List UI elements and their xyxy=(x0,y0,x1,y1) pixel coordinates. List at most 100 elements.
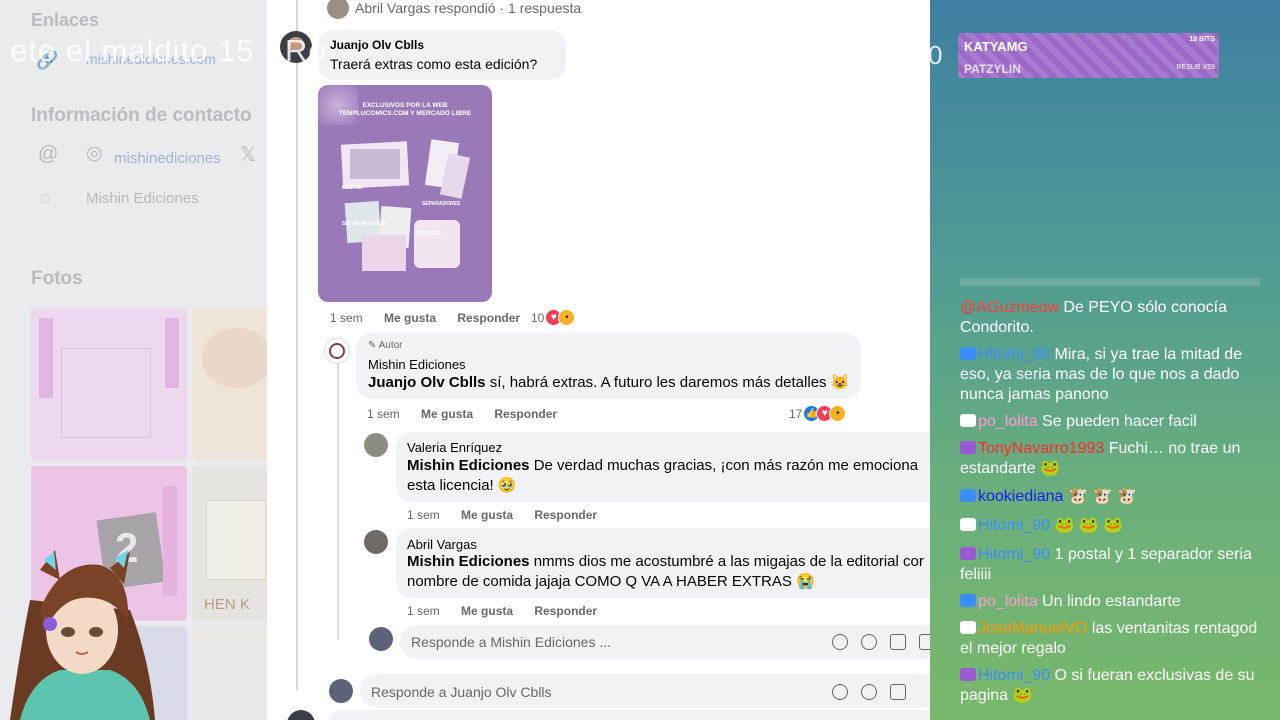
chat-username[interactable]: Hitomi_90 xyxy=(978,667,1050,684)
camera-icon[interactable] xyxy=(890,634,906,650)
comment-time[interactable]: 1 sem xyxy=(407,604,440,618)
stream-chat-panel: KATYAMG 10 BITS PATZYLIN RESUB X59 @AGuz… xyxy=(930,0,1280,720)
avatar[interactable] xyxy=(364,433,388,457)
avatar[interactable] xyxy=(364,530,388,554)
chat-message: kookiediana 🐮 🐮 🐮 xyxy=(960,487,1272,507)
chat-badge-icon xyxy=(960,594,976,607)
avatar[interactable] xyxy=(287,710,315,720)
chat-username[interactable]: Hitomi_90 xyxy=(978,346,1050,363)
sticker-icon[interactable] xyxy=(919,634,930,650)
chat-username[interactable]: Hitomi_90 xyxy=(978,546,1050,563)
comment-author[interactable]: Mishin Ediciones xyxy=(368,357,466,372)
chat-username[interactable]: po_lolita xyxy=(978,413,1038,430)
emoji-icon[interactable] xyxy=(861,634,877,650)
user-avatar[interactable] xyxy=(329,679,353,703)
thread-line xyxy=(296,0,298,690)
wow-reaction-icon: • xyxy=(558,309,576,326)
reply-button[interactable]: Responder xyxy=(494,407,557,421)
comment-text: Traerá extras como esta edición? xyxy=(330,56,538,72)
like-button[interactable]: Me gusta xyxy=(461,508,513,522)
chat-username[interactable]: kookiediana xyxy=(978,488,1063,505)
chat-message: JoseManuelVO las ventanitas rentagod el … xyxy=(960,619,1272,659)
reply-placeholder: Responde a Mishin Ediciones ... xyxy=(411,634,611,650)
reply-placeholder: Responde a Juanjo Olv Cblls xyxy=(371,684,552,700)
messenger-icon: ◌ xyxy=(40,188,51,208)
comment-time[interactable]: 1 sem xyxy=(407,508,440,522)
vtuber-avatar xyxy=(0,540,165,720)
chat-badge-icon xyxy=(960,668,976,681)
reply-input[interactable]: Responde a Mishin Ediciones ... xyxy=(400,625,930,659)
user-avatar[interactable] xyxy=(369,627,393,651)
image-label: POSTER xyxy=(342,185,363,191)
reaction-count: 17 xyxy=(789,406,803,421)
avatar[interactable] xyxy=(327,0,349,19)
chat-username[interactable]: @AGuzmeow xyxy=(960,299,1059,316)
chat-badge-icon xyxy=(960,489,976,502)
chat-username[interactable]: po_lolita xyxy=(978,593,1038,610)
chat-message: Hitomi_90 1 postal y 1 separador seria f… xyxy=(960,545,1272,585)
comment-time[interactable]: 1 sem xyxy=(367,407,400,421)
comment-bubble: Abril Vargas Mishin Ediciones nmms dios … xyxy=(396,528,930,598)
comment-time[interactable]: 1 sem xyxy=(330,311,363,325)
messenger-link[interactable]: Mishin Ediciones xyxy=(86,190,199,207)
reply-button[interactable]: Responder xyxy=(457,311,520,325)
like-button[interactable]: Me gusta xyxy=(421,407,473,421)
chat-text: Se pueden hacer facil xyxy=(1037,413,1197,430)
comment-author[interactable]: Abril Vargas xyxy=(407,537,477,552)
chat-badge-icon xyxy=(960,441,976,454)
thread-line xyxy=(337,360,339,640)
thread-header[interactable]: Abril Vargas respondió · 1 respuesta xyxy=(355,0,581,16)
comment-image[interactable]: EXCLUSIVOS POR LA WEB TEMPLUCOMICS.COM Y… xyxy=(318,85,492,302)
chat-message: TonyNavarro1993 Fuchi… no trae un estand… xyxy=(960,439,1272,479)
avatar[interactable] xyxy=(324,338,350,364)
chat-badge-icon xyxy=(960,621,976,634)
comment-author[interactable]: Valeria Enríquez xyxy=(407,440,502,455)
chat-username[interactable]: JoseManuelVO xyxy=(978,620,1087,637)
instagram-link[interactable]: mishinediciones xyxy=(114,150,221,167)
comment-text: Mishin Ediciones De verdad muchas gracia… xyxy=(407,457,919,494)
image-label: STICKERS xyxy=(416,231,442,237)
emoji-icon[interactable] xyxy=(861,684,877,700)
reply-button[interactable]: Responder xyxy=(534,508,597,522)
thumb-text: HEN K xyxy=(204,596,250,613)
chat-message: Hitomi_90 O si fueran exclusivas de su p… xyxy=(960,666,1272,706)
chat-message: Hitomi_90 🐸 🐸 🐸 xyxy=(960,516,1272,536)
sub-alert-box: KATYAMG 10 BITS PATZYLIN RESUB X59 xyxy=(958,33,1219,78)
photo-thumbnail[interactable] xyxy=(192,308,267,461)
photo-thumbnail[interactable]: HEN K xyxy=(192,466,267,621)
alert-resub: RESUB X59 xyxy=(1176,64,1215,71)
photo-thumbnail[interactable] xyxy=(31,308,187,461)
comment-actions: 1 sem Me gusta Responder xyxy=(407,604,615,618)
instagram-icon: ◎ xyxy=(86,143,103,164)
at-icon: @ xyxy=(38,143,59,165)
photos-heading: Fotos xyxy=(31,268,83,289)
reaction-summary[interactable]: 17 👍 ♥ • xyxy=(789,405,847,422)
reply-input[interactable]: Responde a Juanjo Olv Cblls xyxy=(360,674,930,708)
stream-title-overlay: ete el maldito 15 - Ro xyxy=(10,33,327,68)
image-label: SET DE POSTALES xyxy=(342,221,389,227)
reply-button[interactable]: Responder xyxy=(534,604,597,618)
chat-username[interactable]: Hitomi_90 xyxy=(978,517,1050,534)
like-button[interactable]: Me gusta xyxy=(461,604,513,618)
chat-badge-icon xyxy=(960,547,976,560)
camera-icon[interactable] xyxy=(890,684,906,700)
comment-text: Mishin Ediciones nmms dios me acostumbré… xyxy=(407,553,924,590)
comment-bubble xyxy=(327,710,930,720)
author-badge: ✎ Autor xyxy=(368,340,403,351)
comment-author[interactable]: Juanjo Olv Cblls xyxy=(330,38,424,52)
gif-icon[interactable] xyxy=(832,684,848,700)
contact-heading: Información de contacto xyxy=(31,105,252,126)
comment-text: Juanjo Olv Cblls sí, habrá extras. A fut… xyxy=(368,374,850,391)
chat-username[interactable]: TonyNavarro1993 xyxy=(978,440,1104,457)
image-title: EXCLUSIVOS POR LA WEB TEMPLUCOMICS.COM Y… xyxy=(338,102,472,117)
reaction-summary[interactable]: 10 ♥ • xyxy=(531,309,576,326)
comment-actions: 1 sem Me gusta Responder xyxy=(330,311,538,325)
like-button[interactable]: Me gusta xyxy=(384,311,436,325)
photo-thumbnail[interactable] xyxy=(192,626,267,720)
alert-sub: PATZYLIN xyxy=(964,62,1021,76)
alert-bits: 10 BITS xyxy=(1189,36,1215,43)
stream-title-tail: 0 xyxy=(928,40,943,70)
gif-icon[interactable] xyxy=(832,634,848,650)
reaction-count: 10 xyxy=(531,310,545,325)
image-label: SEPARADORES xyxy=(422,201,461,207)
